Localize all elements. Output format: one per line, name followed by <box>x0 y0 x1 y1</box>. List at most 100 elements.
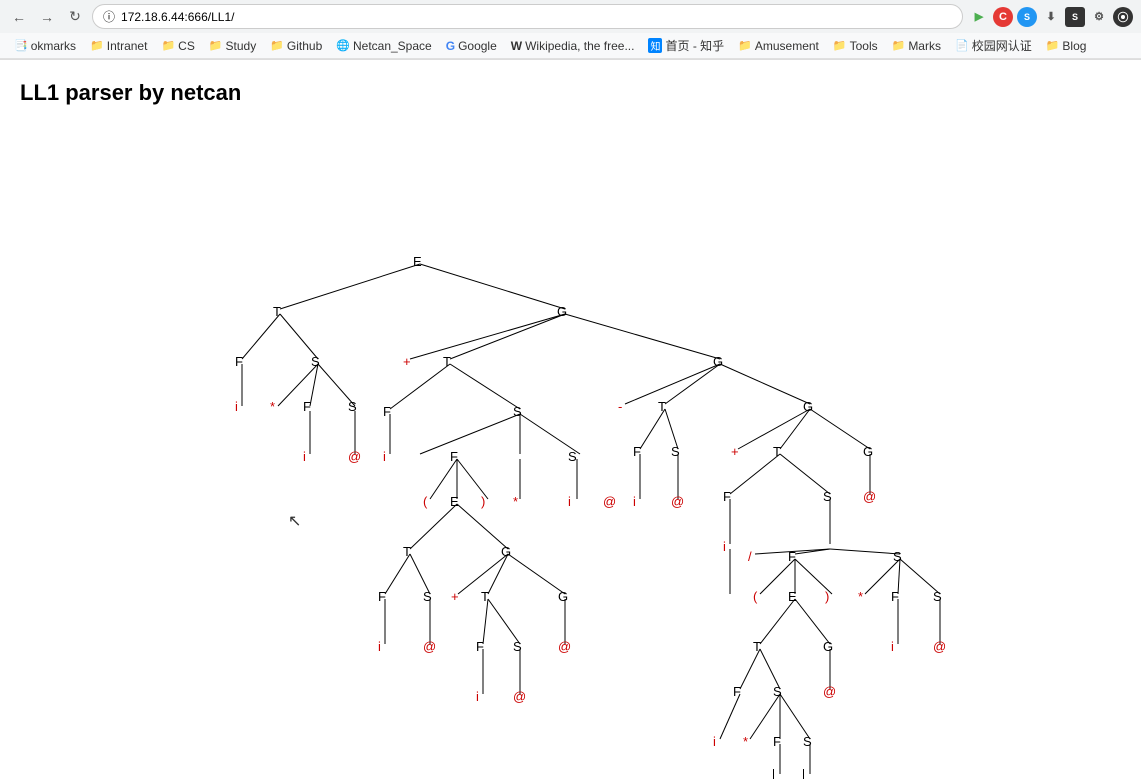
node-star-1: * <box>270 399 275 414</box>
node-i-2: i <box>303 449 306 464</box>
bookmark-intranet[interactable]: 📁 Intranet <box>84 37 153 55</box>
node-at-1: @ <box>348 449 361 464</box>
node-S-11: S <box>773 684 782 699</box>
browser-chrome: ← → ↻ ⓘ 172.18.6.44:666/LL1/ ▶ C S ⬇ S ⚙… <box>0 0 1141 60</box>
node-at-g4: @ <box>558 639 571 654</box>
node-G-6: G <box>863 444 873 459</box>
node-T-4: T <box>481 589 489 604</box>
address-bar[interactable]: ⓘ 172.18.6.44:666/LL1/ <box>92 4 963 29</box>
node-S-12: S <box>803 734 812 749</box>
node-F-9: F <box>723 489 731 504</box>
tree-svg <box>20 126 1121 726</box>
node-i-5: i <box>476 689 479 704</box>
node-star-3: * <box>858 589 863 604</box>
bookmark-campus[interactable]: 📄 校园网认证 <box>949 35 1038 56</box>
node-G-5: G <box>803 399 813 414</box>
node-S-7: S <box>671 444 680 459</box>
node-F-3: F <box>383 404 391 419</box>
extension-icons: ▶ C S ⬇ S ⚙ ⦿ <box>969 7 1133 27</box>
ext-icon-3[interactable]: S <box>1017 7 1037 27</box>
page-title: LL1 parser by netcan <box>20 80 1121 106</box>
ext-icon-5[interactable]: S <box>1065 7 1085 27</box>
node-slash-1: / <box>748 549 752 564</box>
ext-icon-4[interactable]: ⬇ <box>1041 7 1061 27</box>
url-text: 172.18.6.44:666/LL1/ <box>121 10 234 24</box>
node-i-9: i <box>713 734 716 749</box>
forward-button[interactable]: → <box>36 6 58 28</box>
bookmarks-bar: 📑 okmarks 📁 Intranet 📁 CS 📁 Study 📁 Gith… <box>0 33 1141 59</box>
cursor: ↖ <box>288 511 301 531</box>
bookmark-blog[interactable]: 📁 Blog <box>1040 37 1093 55</box>
node-F-1: F <box>235 354 243 369</box>
node-at-g7: @ <box>823 684 836 699</box>
back-button[interactable]: ← <box>8 6 30 28</box>
node-F13-line <box>773 769 774 779</box>
node-minus-1: - <box>618 399 622 414</box>
bookmark-bookmarks[interactable]: 📑 okmarks <box>8 37 82 55</box>
node-T-1: T <box>273 304 281 319</box>
node-at-3: @ <box>513 689 526 704</box>
node-S-5: S <box>423 589 432 604</box>
node-S-3: S <box>513 404 522 419</box>
node-F-6: F <box>378 589 386 604</box>
tree-container: E T G F S i * F S i @ + T G F S i F S ( … <box>20 126 1121 726</box>
node-S12-line <box>803 769 804 779</box>
node-G-2: G <box>713 354 723 369</box>
node-E-3: E <box>788 589 797 604</box>
node-F-12: F <box>733 684 741 699</box>
node-S-9: S <box>893 549 902 564</box>
bookmark-study[interactable]: 📁 Study <box>203 37 262 55</box>
node-plus-3: + <box>731 444 739 459</box>
node-star-2: * <box>513 494 518 509</box>
ext-icon-1[interactable]: ▶ <box>969 7 989 27</box>
node-F-2: F <box>303 399 311 414</box>
node-G-3: G <box>501 544 511 559</box>
node-E-root: E <box>413 254 422 269</box>
refresh-button[interactable]: ↻ <box>64 6 86 28</box>
node-E-2: E <box>450 494 459 509</box>
node-i-1: i <box>235 399 238 414</box>
node-i-6: i <box>633 494 636 509</box>
node-rparen-2: ) <box>825 589 829 604</box>
node-S-1: S <box>311 354 320 369</box>
node-i-4: i <box>378 639 381 654</box>
node-i-8: i <box>891 639 894 654</box>
node-lparen-1: ( <box>423 494 427 509</box>
bookmark-wikipedia[interactable]: W Wikipedia, the free... <box>505 37 641 55</box>
node-G-7: G <box>823 639 833 654</box>
node-G-1: G <box>557 304 567 319</box>
bookmark-tools[interactable]: 📁 Tools <box>827 37 884 55</box>
node-i-3: i <box>383 449 386 464</box>
lock-icon: ⓘ <box>103 8 115 25</box>
node-rparen-1: ) <box>481 494 485 509</box>
node-F-8: F <box>633 444 641 459</box>
address-bar-row: ← → ↻ ⓘ 172.18.6.44:666/LL1/ ▶ C S ⬇ S ⚙… <box>0 0 1141 33</box>
node-i-7: i <box>723 539 726 554</box>
ext-icon-2[interactable]: C <box>993 7 1013 27</box>
node-lparen-2: ( <box>753 589 757 604</box>
node-S-6: S <box>513 639 522 654</box>
node-T-7: T <box>753 639 761 654</box>
node-F-10: F <box>788 549 796 564</box>
bookmark-amusement[interactable]: 📁 Amusement <box>732 37 825 55</box>
ext-icon-7[interactable]: ⦿ <box>1113 7 1133 27</box>
node-G-4: G <box>558 589 568 604</box>
bookmark-cs[interactable]: 📁 CS <box>155 37 200 55</box>
bookmark-netcan[interactable]: 🌐 Netcan_Space <box>330 37 437 55</box>
bookmark-marks[interactable]: 📁 Marks <box>886 37 947 55</box>
node-F-7: F <box>476 639 484 654</box>
ext-icon-6[interactable]: ⚙ <box>1089 7 1109 27</box>
node-plus-2: + <box>451 589 459 604</box>
node-T-5: T <box>658 399 666 414</box>
node-S-8: S <box>823 489 832 504</box>
node-T-6: T <box>773 444 781 459</box>
node-T-2: T <box>443 354 451 369</box>
bookmark-google[interactable]: G Google <box>440 37 503 55</box>
node-S-2: S <box>348 399 357 414</box>
node-at-4: @ <box>671 494 684 509</box>
node-F-4: F <box>450 449 458 464</box>
bookmark-zhihu[interactable]: 知 首页 - 知乎 <box>642 35 730 56</box>
node-at-s4: @ <box>603 494 616 509</box>
node-S-10: S <box>933 589 942 604</box>
bookmark-github[interactable]: 📁 Github <box>264 37 328 55</box>
